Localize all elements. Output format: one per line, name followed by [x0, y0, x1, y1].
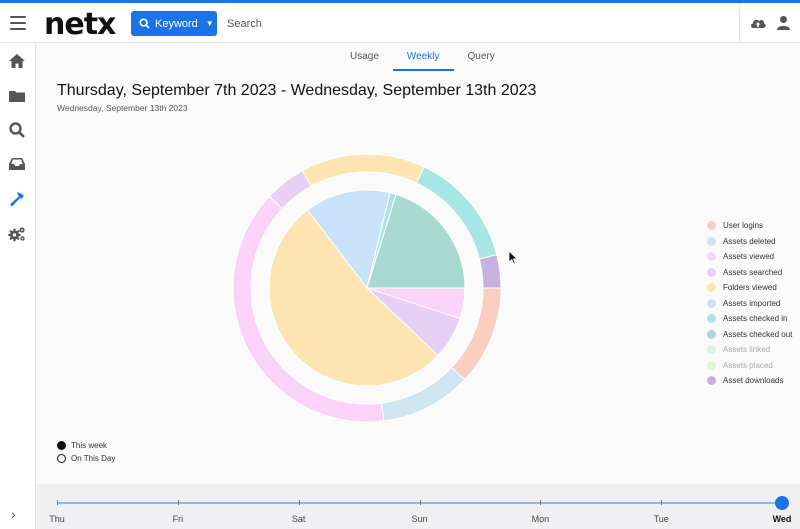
legend-swatch: [707, 314, 716, 324]
mouse-cursor-icon: [508, 250, 518, 265]
legend-item[interactable]: Assets checked in: [707, 311, 792, 327]
timeline-day-label[interactable]: Sat: [292, 514, 306, 524]
usage-pie-chart: [232, 153, 502, 423]
timeline-day-label[interactable]: Fri: [173, 514, 184, 524]
page-subtitle: Wednesday, September 13th 2023: [57, 103, 188, 113]
tab-query[interactable]: Query: [454, 43, 509, 71]
caret-down-icon: ▼: [205, 19, 214, 28]
legend-label: Assets linked: [723, 345, 771, 355]
cloud-upload-icon[interactable]: [749, 15, 767, 31]
legend-label: Asset downloads: [723, 376, 784, 386]
legend-swatch: [707, 329, 716, 339]
legend-label: Assets viewed: [723, 252, 775, 262]
netx-logo[interactable]: netx: [44, 7, 116, 42]
legend-label: Assets checked out: [723, 329, 793, 339]
legend-item[interactable]: Folders viewed: [707, 280, 792, 296]
filled-dot-icon: [57, 441, 66, 450]
gears-icon[interactable]: [8, 225, 26, 243]
legend-item[interactable]: Assets deleted: [707, 234, 792, 250]
legend-item[interactable]: Assets viewed: [707, 249, 792, 265]
legend-item[interactable]: User logins: [707, 218, 792, 234]
divider: [739, 3, 740, 43]
legend-on-this-day-label: On This Day: [71, 454, 116, 463]
legend-label: Assets searched: [723, 267, 783, 277]
timeline-tick: [177, 500, 179, 505]
timeline-tick: [661, 500, 663, 505]
legend-swatch: [707, 345, 716, 355]
legend-item[interactable]: Assets placed: [707, 358, 792, 374]
legend-label: Assets deleted: [723, 236, 776, 246]
report-tabs: Usage Weekly Query: [336, 43, 509, 71]
keyword-dropdown-button[interactable]: Keyword ▼: [131, 11, 217, 36]
home-icon[interactable]: [8, 52, 26, 70]
series-legend: This week On This Day: [57, 439, 115, 465]
legend-swatch: [707, 360, 716, 370]
legend-swatch: [707, 252, 716, 262]
legend-swatch: [707, 236, 716, 246]
legend-item[interactable]: Assets linked: [707, 342, 792, 358]
legend-swatch: [707, 298, 716, 308]
timeline-day-label[interactable]: Mon: [532, 514, 550, 524]
timeline-day-label[interactable]: Thu: [49, 514, 65, 524]
legend-item[interactable]: Assets imported: [707, 296, 792, 312]
legend-item[interactable]: Assets checked out: [707, 327, 792, 343]
legend-swatch: [707, 376, 716, 386]
user-icon[interactable]: [776, 15, 791, 31]
legend-this-week[interactable]: This week: [57, 439, 115, 452]
tab-usage[interactable]: Usage: [336, 43, 393, 71]
search-icon: [139, 18, 150, 29]
timeline-tick: [57, 500, 58, 505]
timeline-handle[interactable]: [775, 496, 789, 510]
legend-swatch: [707, 267, 716, 277]
legend-this-week-label: This week: [71, 441, 108, 450]
this-week-slice-asset-downloads[interactable]: [478, 254, 502, 289]
hamburger-icon[interactable]: [10, 16, 26, 30]
folder-icon[interactable]: [8, 87, 26, 105]
hollow-dot-icon: [57, 454, 66, 463]
legend-label: User logins: [723, 221, 764, 231]
chevron-right-icon[interactable]: ›: [11, 506, 16, 522]
inbox-icon[interactable]: [8, 155, 26, 173]
search-input[interactable]: [222, 13, 702, 35]
sidebar: [0, 43, 36, 529]
timeline-day-label[interactable]: Wed: [773, 514, 792, 524]
legend-item[interactable]: Asset downloads: [707, 373, 792, 389]
legend-swatch: [707, 221, 716, 231]
hammer-icon[interactable]: [8, 190, 26, 208]
timeline-day-label[interactable]: Sun: [411, 514, 427, 524]
page-title: Thursday, September 7th 2023 - Wednesday…: [57, 82, 537, 99]
legend-label: Assets checked in: [723, 314, 788, 324]
top-bar: netx Keyword ▼: [0, 0, 800, 43]
legend-label: Assets imported: [723, 298, 781, 308]
legend-swatch: [707, 283, 716, 293]
tab-weekly[interactable]: Weekly: [392, 43, 454, 71]
legend-label: Folders viewed: [723, 283, 777, 293]
legend-item[interactable]: Assets searched: [707, 265, 792, 281]
timeline-day-label[interactable]: Tue: [654, 514, 669, 524]
search-icon[interactable]: [8, 121, 26, 139]
legend-on-this-day[interactable]: On This Day: [57, 452, 115, 465]
this-week-slice-folders-viewed[interactable]: [301, 153, 425, 188]
legend-label: Assets placed: [723, 360, 773, 370]
chart-legend: User logins Assets deleted Assets viewed As…: [707, 218, 792, 389]
timeline-tick: [419, 500, 421, 505]
timeline-tick: [540, 500, 542, 505]
timeline-tick: [298, 500, 300, 505]
keyword-label: Keyword: [155, 17, 198, 30]
